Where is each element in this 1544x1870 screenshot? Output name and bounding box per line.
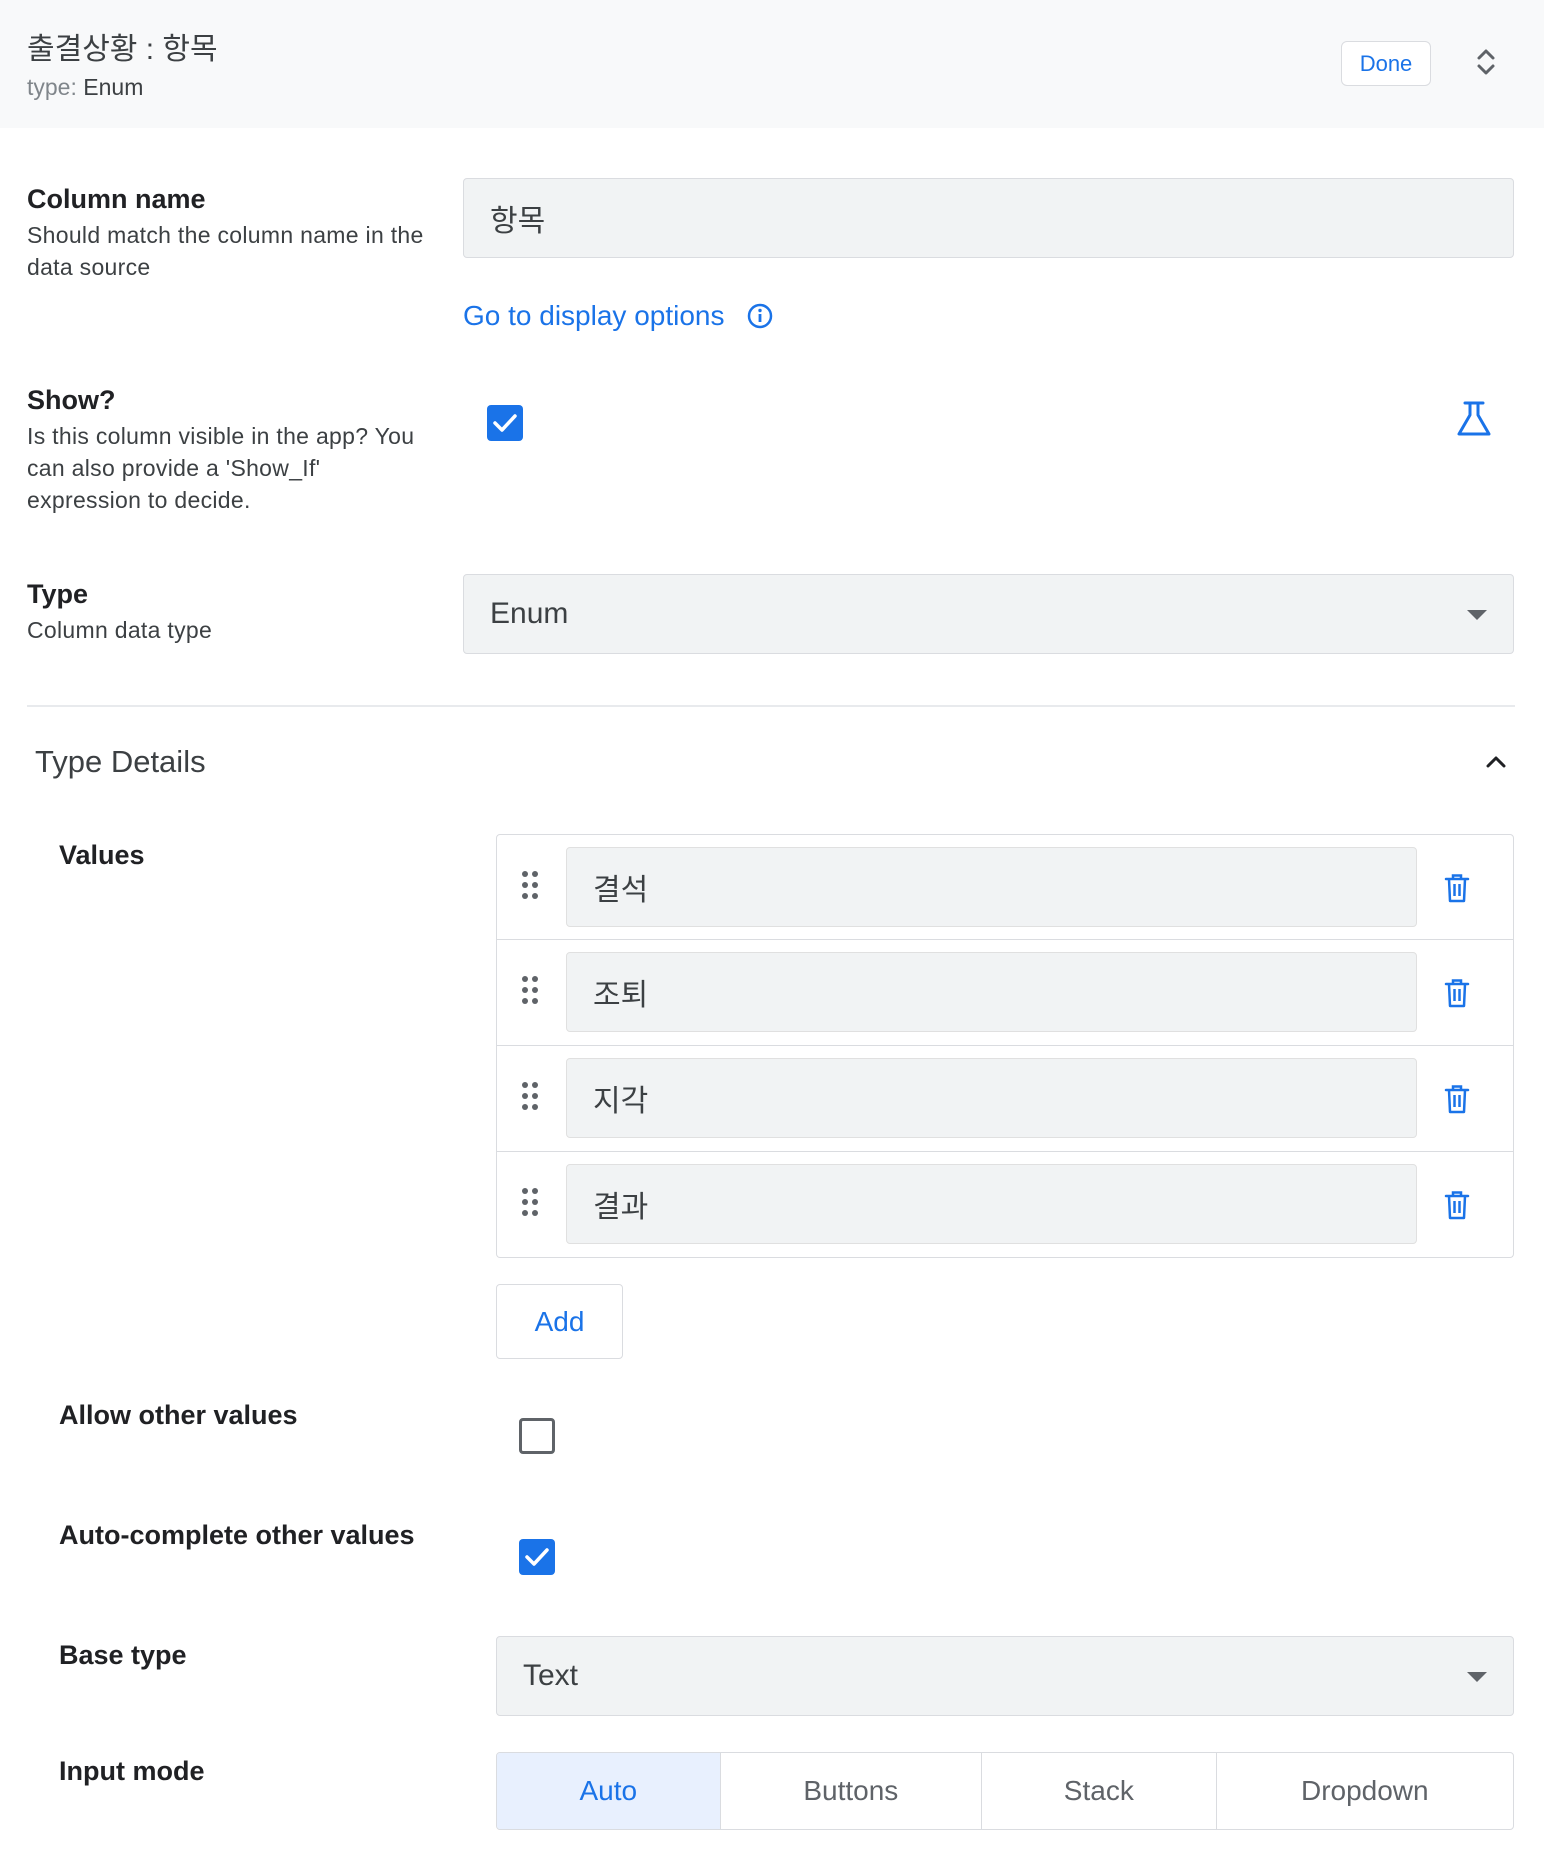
input-mode-label: Input mode bbox=[59, 1756, 205, 1786]
type-details-title[interactable]: Type Details bbox=[35, 744, 206, 780]
type-prefix: type: bbox=[27, 74, 77, 100]
type-select[interactable]: Enum bbox=[463, 574, 1514, 654]
drag-handle-icon[interactable] bbox=[521, 1081, 539, 1111]
show-label: Show? bbox=[27, 385, 116, 415]
input-mode-buttons[interactable]: Buttons bbox=[721, 1753, 983, 1829]
drag-handle-icon[interactable] bbox=[521, 975, 539, 1005]
editor-header: 출결상황 : 항목 type: Enum Done bbox=[0, 0, 1544, 128]
column-type-subtitle: type: Enum bbox=[27, 74, 143, 101]
dropdown-caret-icon bbox=[1467, 1672, 1487, 1682]
drag-handle-icon[interactable] bbox=[521, 1187, 539, 1217]
info-icon[interactable] bbox=[747, 303, 773, 329]
values-label: Values bbox=[59, 840, 145, 870]
add-value-button[interactable]: Add bbox=[496, 1284, 623, 1359]
trash-icon[interactable] bbox=[1444, 978, 1470, 1008]
base-type-select[interactable]: Text bbox=[496, 1636, 1514, 1716]
trash-icon[interactable] bbox=[1444, 1084, 1470, 1114]
section-divider bbox=[27, 705, 1515, 707]
column-name-input[interactable]: 항목 bbox=[463, 178, 1514, 258]
value-input[interactable]: 조퇴 bbox=[566, 952, 1417, 1032]
list-item: 결석 bbox=[496, 834, 1514, 940]
allow-other-checkbox[interactable] bbox=[519, 1418, 555, 1454]
allow-other-label: Allow other values bbox=[59, 1400, 298, 1430]
type-select-value: Enum bbox=[490, 597, 569, 630]
drag-handle-icon[interactable] bbox=[521, 870, 539, 900]
list-item: 지각 bbox=[496, 1046, 1514, 1152]
trash-icon[interactable] bbox=[1444, 873, 1470, 903]
dropdown-caret-icon bbox=[1467, 610, 1487, 620]
chevron-up-down-icon[interactable] bbox=[1470, 44, 1502, 80]
show-checkbox[interactable] bbox=[487, 405, 523, 441]
display-options-label[interactable]: Go to display options bbox=[463, 300, 725, 332]
values-list: 결석 조퇴 지각 결과 bbox=[496, 834, 1514, 1258]
type-description: Column data type bbox=[27, 617, 213, 643]
chevron-up-icon[interactable] bbox=[1484, 752, 1508, 772]
show-description: Is this column visible in the app? You c… bbox=[27, 423, 415, 513]
type-value: Enum bbox=[83, 74, 144, 100]
input-mode-selector: Auto Buttons Stack Dropdown bbox=[496, 1752, 1514, 1830]
done-button[interactable]: Done bbox=[1341, 41, 1431, 86]
value-input[interactable]: 결과 bbox=[566, 1164, 1417, 1244]
trash-icon[interactable] bbox=[1444, 1190, 1470, 1220]
input-mode-dropdown[interactable]: Dropdown bbox=[1217, 1753, 1513, 1829]
display-options-link[interactable]: Go to display options bbox=[463, 300, 773, 332]
value-input[interactable]: 결석 bbox=[566, 847, 1417, 927]
column-name-label: Column name bbox=[27, 184, 206, 214]
column-title: 출결상황 : 항목 bbox=[27, 33, 218, 66]
input-mode-auto[interactable]: Auto bbox=[497, 1753, 721, 1829]
value-input[interactable]: 지각 bbox=[566, 1058, 1417, 1138]
type-label: Type bbox=[27, 579, 89, 609]
checkmark-icon bbox=[493, 414, 517, 432]
list-item: 결과 bbox=[496, 1152, 1514, 1258]
autocomplete-checkbox[interactable] bbox=[519, 1539, 555, 1575]
base-type-value: Text bbox=[523, 1659, 579, 1692]
flask-icon[interactable] bbox=[1454, 400, 1494, 438]
list-item: 조퇴 bbox=[496, 940, 1514, 1046]
autocomplete-label: Auto-complete other values bbox=[59, 1520, 415, 1550]
column-name-description: Should match the column name in the data… bbox=[27, 222, 424, 280]
base-type-label: Base type bbox=[59, 1640, 187, 1670]
checkmark-icon bbox=[525, 1548, 549, 1566]
input-mode-stack[interactable]: Stack bbox=[982, 1753, 1217, 1829]
